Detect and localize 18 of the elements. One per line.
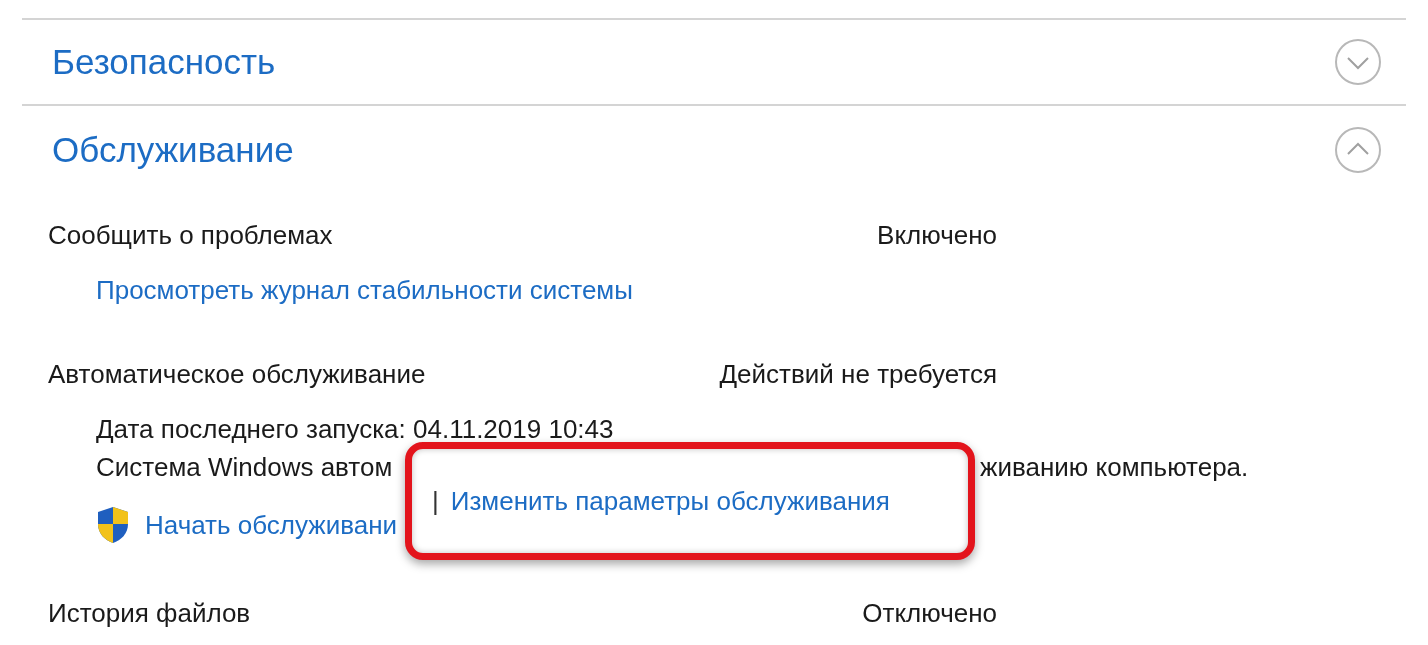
description-text: Система Windows автом xyxy=(96,452,394,482)
section-title[interactable]: Безопасность xyxy=(52,42,276,82)
change-settings-link[interactable]: Изменить параметры обслуживания xyxy=(450,485,890,517)
setting-label: История файлов xyxy=(48,598,251,628)
shield-icon xyxy=(96,506,130,544)
expand-icon[interactable] xyxy=(1334,38,1382,86)
status-text: Действий не требуется xyxy=(719,359,997,389)
setting-label: Сообщить о проблемах xyxy=(48,220,333,250)
description-text: живанию компьютера. xyxy=(980,452,1249,482)
view-history-link[interactable]: Просмотреть журнал стабильности системы xyxy=(96,275,633,305)
setting-label: Автоматическое обслуживание xyxy=(48,359,426,389)
section-title[interactable]: Обслуживание xyxy=(52,130,294,170)
separator-text: | xyxy=(432,485,439,517)
collapse-icon[interactable] xyxy=(1334,126,1382,174)
status-text: Включено xyxy=(877,220,997,250)
status-text: Отключено xyxy=(862,598,997,628)
last-run-text: Дата последнего запуска: 04.11.2019 10:43 xyxy=(96,414,614,444)
start-maintenance-link[interactable]: Начать обслуживани xyxy=(145,510,398,540)
